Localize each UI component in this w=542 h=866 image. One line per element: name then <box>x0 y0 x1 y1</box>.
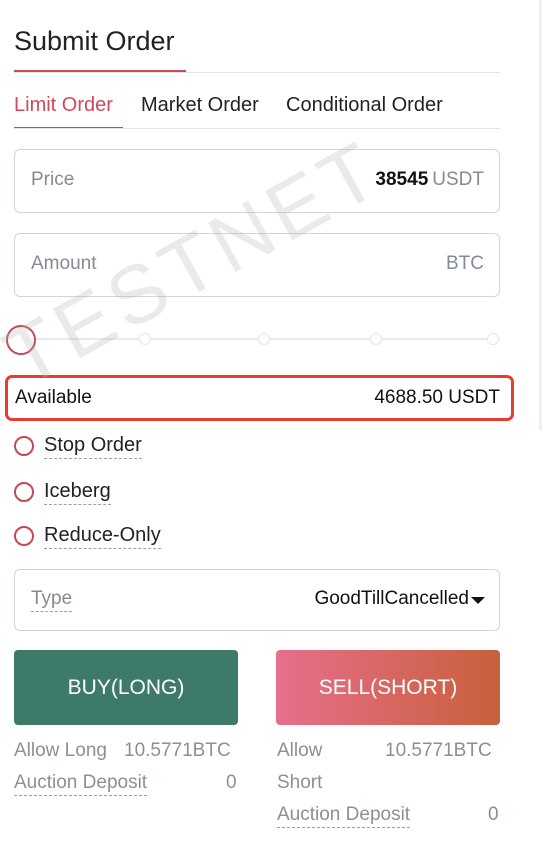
price-label: Price <box>31 169 75 190</box>
price-unit: USDT <box>432 169 484 190</box>
allow-short-label-line2: Short <box>277 772 323 793</box>
type-label: Type <box>31 588 73 612</box>
amount-field[interactable]: Amount BTC <box>14 233 500 297</box>
stop-order-radio[interactable] <box>14 436 34 456</box>
page-title: Submit Order <box>14 26 175 56</box>
buy-long-button[interactable]: BUY(LONG) <box>14 650 238 725</box>
amount-unit: BTC <box>446 253 484 274</box>
buy-auction-deposit-value: 0 <box>226 772 237 793</box>
available-balance-highlight: Available 4688.50 USDT <box>5 375 514 421</box>
allow-short-value: 10.5771BTC <box>385 740 492 761</box>
sell-auction-deposit-label[interactable]: Auction Deposit <box>277 804 411 828</box>
reduce-only-label[interactable]: Reduce-Only <box>44 524 161 549</box>
iceberg-radio[interactable] <box>14 482 34 502</box>
iceberg-label[interactable]: Iceberg <box>44 480 111 505</box>
title-divider <box>14 72 500 73</box>
slider-handle[interactable] <box>6 325 36 355</box>
available-value: 4688.50 USDT <box>374 387 500 408</box>
slider-step-75[interactable] <box>370 333 382 345</box>
allow-long-label: Allow Long <box>14 740 107 761</box>
slider-step-100[interactable] <box>487 333 499 345</box>
sell-auction-deposit-value: 0 <box>488 804 499 825</box>
stop-order-label[interactable]: Stop Order <box>44 434 142 459</box>
amount-label: Amount <box>31 253 97 274</box>
slider-step-25[interactable] <box>139 333 151 345</box>
price-value[interactable]: 38545 <box>375 169 428 190</box>
allow-short-label-line1: Allow <box>277 740 323 761</box>
tab-market-order[interactable]: Market Order <box>141 94 259 117</box>
sell-short-button[interactable]: SELL(SHORT) <box>276 650 500 725</box>
caret-down-icon[interactable] <box>471 597 485 604</box>
type-value[interactable]: GoodTillCancelled <box>314 588 469 610</box>
available-label: Available <box>15 387 92 408</box>
tabs-divider <box>14 128 500 129</box>
reduce-only-radio[interactable] <box>14 526 34 546</box>
price-field[interactable]: Price 38545 USDT <box>14 149 500 213</box>
buy-auction-deposit-label[interactable]: Auction Deposit <box>14 772 148 796</box>
allow-long-value: 10.5771BTC <box>124 740 231 761</box>
tab-conditional-order[interactable]: Conditional Order <box>286 94 443 117</box>
order-type-select[interactable]: Type GoodTillCancelled <box>14 569 500 631</box>
tab-limit-order[interactable]: Limit Order <box>14 94 113 117</box>
order-type-tabs: Limit Order Market Order Conditional Ord… <box>14 94 500 129</box>
amount-slider[interactable] <box>6 325 502 355</box>
slider-step-50[interactable] <box>258 333 270 345</box>
